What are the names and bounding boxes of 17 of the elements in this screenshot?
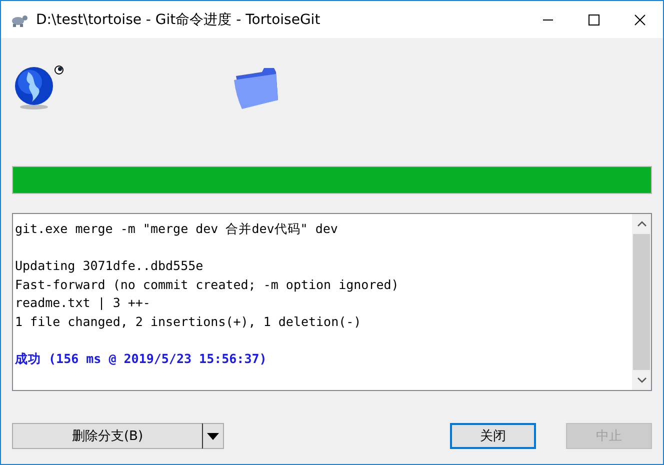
- scroll-up-icon[interactable]: [636, 220, 646, 228]
- log-line: readme.txt | 3 ++-: [15, 294, 152, 312]
- log-line: git.exe merge -m "merge dev 合并dev代码" dev: [15, 220, 339, 238]
- window-title: D:\test\tortoise - Git命令进度 - TortoiseGit: [36, 10, 322, 28]
- close-icon[interactable]: [634, 14, 646, 26]
- scrollbar[interactable]: [632, 214, 651, 390]
- log-line: 1 file changed, 2 insertions(+), 1 deletion(-): [15, 312, 362, 331]
- close-button[interactable]: 关闭: [450, 423, 536, 449]
- caret-icon: [207, 432, 219, 440]
- maximize-icon[interactable]: [588, 14, 600, 26]
- scroll-down-icon[interactable]: [636, 376, 646, 384]
- success-message: 成功 (156 ms @ 2019/5/23 15:56:37): [15, 350, 268, 368]
- scrollbar-thumb[interactable]: [633, 234, 650, 370]
- dropdown-button[interactable]: [202, 423, 224, 449]
- log-line: Updating 3071dfe..dbd555e: [15, 257, 204, 275]
- delete-branch-button[interactable]: 删除分支(B): [12, 423, 202, 449]
- log-line: Fast-forward (no commit created; -m option ignored): [15, 276, 400, 294]
